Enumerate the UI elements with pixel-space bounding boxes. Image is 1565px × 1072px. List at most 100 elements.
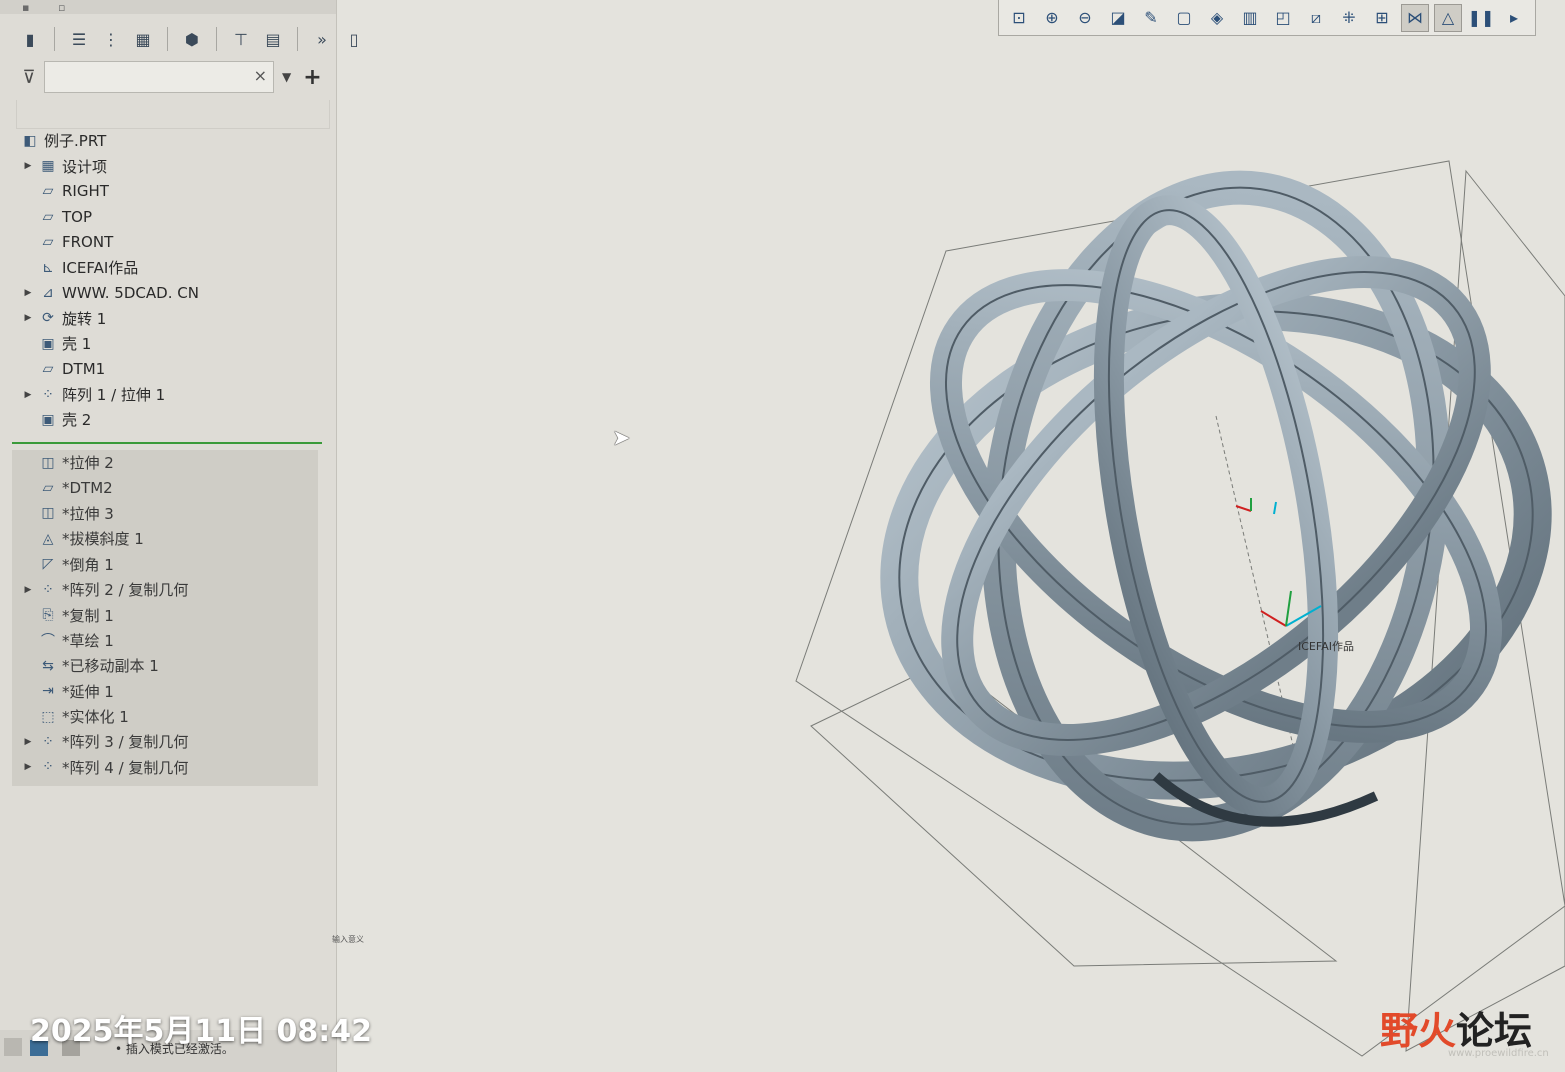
tree-item-label: FRONT — [62, 233, 114, 252]
tree-root[interactable]: ◧ 例子.PRT — [12, 128, 328, 153]
tree-item[interactable]: ⇆ *已移动副本 1 — [12, 653, 318, 678]
tab-icon[interactable]: ▪ — [22, 1, 29, 14]
reorient-icon[interactable]: ✎ — [1137, 4, 1165, 32]
tree-item[interactable]: ▶ ⊿ WWW. 5DCAD. CN — [12, 280, 328, 305]
zoom-in-icon[interactable]: ⊕ — [1038, 4, 1066, 32]
more-button[interactable]: » — [308, 25, 336, 53]
tree-item-label: 壳 2 — [62, 411, 92, 430]
moved-copy-icon: ⇆ — [42, 657, 54, 674]
hidden-line-icon[interactable]: △ — [1434, 3, 1462, 32]
status-icon[interactable] — [4, 1038, 22, 1056]
columns-icon[interactable]: ⋮ — [97, 25, 125, 53]
tree-item[interactable]: ◫ *拉伸 2 — [12, 450, 318, 475]
tree-item[interactable]: ▶ ⁘ *阵列 2 / 复制几何 — [12, 577, 318, 602]
pause-icon[interactable]: ❚❚ — [1467, 4, 1495, 32]
tree-item-label: *已移动副本 1 — [62, 657, 159, 676]
graphics-viewport[interactable]: ICEFAI作品 — [336, 36, 1565, 1072]
tree-item[interactable]: ▱ DTM1 — [12, 357, 328, 382]
watermark-url: www.proewildfire.cn — [1448, 1048, 1549, 1059]
tree-item-label: *复制 1 — [62, 606, 114, 625]
solidify-icon: ⬚ — [41, 708, 55, 725]
tree-item-label: *倒角 1 — [62, 555, 114, 574]
csys-display-icon[interactable]: ⋈ — [1401, 3, 1429, 32]
tree-item[interactable]: ▶ ▦ 设计项 — [12, 153, 328, 178]
tree-item[interactable]: ⬚ *实体化 1 — [12, 704, 318, 729]
table-icon[interactable]: ▦ — [129, 25, 157, 53]
tree-item-label: ICEFAI作品 — [62, 259, 139, 278]
shell-icon: ▣ — [41, 335, 55, 352]
tree-item-label: 壳 1 — [62, 335, 92, 354]
tree-item-label: *草绘 1 — [62, 631, 114, 650]
tree-item[interactable]: ▶ ⁘ *阵列 3 / 复制几何 — [12, 729, 318, 754]
expand-arrow-icon[interactable]: ▶ — [22, 161, 34, 171]
tree-item-label: *拉伸 3 — [62, 504, 114, 523]
more-icon[interactable]: ▸ — [1500, 4, 1528, 32]
tree-item-label: *拔模斜度 1 — [62, 530, 144, 549]
csys-label: ICEFAI作品 — [1298, 640, 1354, 653]
settings-icon[interactable]: ⬢ — [178, 25, 206, 53]
pattern-icon: ⁘ — [42, 759, 54, 776]
refit-icon[interactable]: ⊡ — [1005, 4, 1033, 32]
list-icon[interactable]: ☰ — [65, 25, 93, 53]
tree-item[interactable]: ◬ *拔模斜度 1 — [12, 526, 318, 551]
tree-item[interactable]: ⊾ ICEFAI作品 — [12, 255, 328, 280]
saved-views-icon[interactable]: ▢ — [1170, 4, 1198, 32]
expand-arrow-icon[interactable]: ▶ — [22, 762, 34, 772]
tree-item[interactable]: ▱ RIGHT — [12, 179, 328, 204]
tree-item-label: *阵列 2 / 复制几何 — [62, 581, 189, 600]
chamfer-icon: ◸ — [42, 556, 54, 573]
add-button[interactable]: + — [303, 65, 321, 90]
filter-icon[interactable]: ⊽ — [16, 67, 42, 88]
sketch-icon: ⌒ — [41, 633, 55, 650]
expand-arrow-icon[interactable]: ▶ — [22, 737, 34, 747]
zoom-out-icon[interactable]: ⊖ — [1071, 4, 1099, 32]
layers-icon[interactable]: ▮ — [16, 25, 44, 53]
insert-here-line[interactable] — [12, 442, 322, 444]
view-toolbar: ⊡ ⊕ ⊖ ◪ ✎ ▢ ◈ ▥ ◰ ⧄ ⁜ ⊞ ⋈ △ ❚❚ ▸ — [998, 0, 1536, 36]
chevron-down-icon[interactable]: ▼ — [282, 70, 291, 84]
expand-arrow-icon[interactable]: ▶ — [22, 585, 34, 595]
pattern-icon: ⁘ — [42, 733, 54, 750]
datum-display-icon[interactable]: ⧄ — [1302, 4, 1330, 32]
tree-item[interactable]: ▱ TOP — [12, 204, 328, 229]
tree-item[interactable]: ⌒ *草绘 1 — [12, 628, 318, 653]
clear-icon[interactable]: × — [254, 66, 267, 85]
tree-item[interactable]: ▶ ⟳ 旋转 1 — [12, 306, 328, 331]
3d-model[interactable] — [855, 159, 1565, 853]
tree-item[interactable]: ▱ FRONT — [12, 230, 328, 255]
tree-item-label: *阵列 4 / 复制几何 — [62, 758, 189, 777]
extrude-icon: ◫ — [41, 505, 55, 522]
extrude-icon: ◫ — [41, 454, 55, 471]
filter-tree-icon[interactable]: ⊤ — [227, 25, 255, 53]
tree-item[interactable]: ▶ ⁘ 阵列 1 / 拉伸 1 — [12, 382, 328, 407]
revolve-icon: ⟳ — [42, 310, 54, 327]
search-input[interactable]: × — [44, 61, 274, 93]
tree-item-label: DTM1 — [62, 360, 106, 379]
tree-item-label: *延伸 1 — [62, 682, 114, 701]
datum-plane-icon: ▱ — [42, 234, 54, 251]
expand-arrow-icon[interactable]: ▶ — [22, 313, 34, 323]
tree-item[interactable]: ▣ 壳 1 — [12, 331, 328, 356]
tree-item-label: 设计项 — [62, 157, 108, 176]
tree-item[interactable]: ▱ *DTM2 — [12, 475, 318, 500]
view-manager-icon[interactable]: ▥ — [1236, 4, 1264, 32]
annotation-display-icon[interactable]: ⁜ — [1335, 4, 1363, 32]
tree-item-label: *实体化 1 — [62, 708, 129, 727]
tree-item[interactable]: ▶ ⁘ *阵列 4 / 复制几何 — [12, 755, 318, 780]
tree-item[interactable]: ⎘ *复制 1 — [12, 602, 318, 627]
tree-item[interactable]: ▣ 壳 2 — [12, 407, 328, 432]
tree-item-label: RIGHT — [62, 182, 109, 201]
tree-item[interactable]: ◫ *拉伸 3 — [12, 501, 318, 526]
tree-item[interactable]: ◸ *倒角 1 — [12, 552, 318, 577]
tree-item[interactable]: ⇥ *延伸 1 — [12, 679, 318, 704]
expand-arrow-icon[interactable]: ▶ — [22, 288, 34, 298]
mouse-cursor-icon: ➤ — [612, 426, 631, 451]
perspective-icon[interactable]: ◰ — [1269, 4, 1297, 32]
repaint-icon[interactable]: ◪ — [1104, 4, 1132, 32]
notes-icon[interactable]: ▤ — [259, 25, 287, 53]
tab-icon-2[interactable]: ▫ — [58, 1, 65, 14]
display-style-icon[interactable]: ◈ — [1203, 4, 1231, 32]
spin-center-icon[interactable]: ⊞ — [1368, 4, 1396, 32]
expand-arrow-icon[interactable]: ▶ — [22, 390, 34, 400]
part-icon: ◧ — [23, 132, 37, 149]
